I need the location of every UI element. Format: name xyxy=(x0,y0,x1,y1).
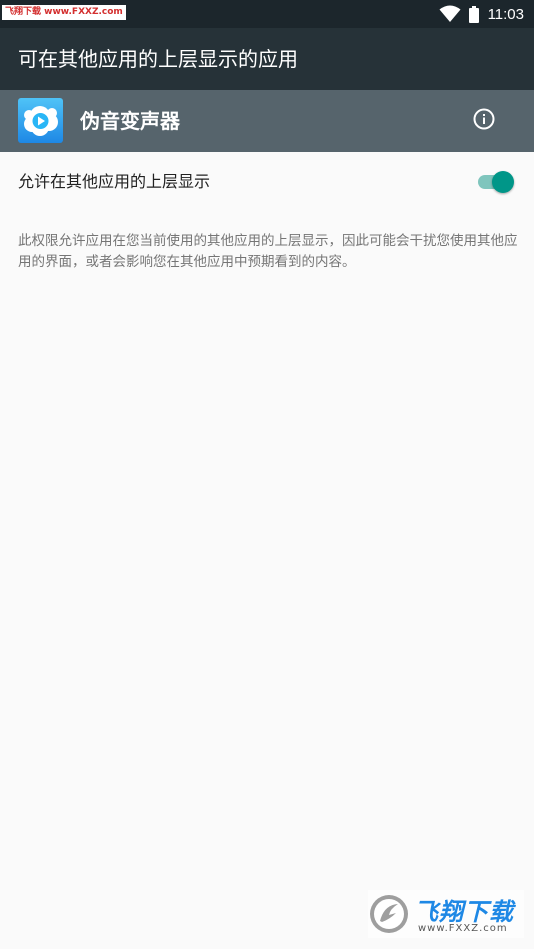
setting-label: 允许在其他应用的上层显示 xyxy=(18,172,211,191)
wifi-icon xyxy=(439,5,461,23)
toolbar: 可在其他应用的上层显示的应用 xyxy=(0,28,534,90)
app-name: 伪音变声器 xyxy=(80,109,180,133)
screen: 飞翔下载 www.FXXZ.com 11:03 可在其他应用的上层显示的应用 伪… xyxy=(0,0,534,949)
app-header: 伪音变声器 xyxy=(0,90,534,152)
page-title: 可在其他应用的上层显示的应用 xyxy=(18,47,298,71)
watermark-top: 飞翔下载 www.FXXZ.com xyxy=(2,5,126,20)
switch-thumb xyxy=(492,171,514,193)
watermark-bottom: 飞翔下载 www.FXXZ.com xyxy=(368,890,524,938)
status-icons: 11:03 xyxy=(439,0,524,28)
battery-icon xyxy=(468,5,479,23)
watermark-logo-icon xyxy=(368,893,410,935)
status-clock: 11:03 xyxy=(487,5,524,23)
app-cloud-play-icon xyxy=(18,98,63,143)
permission-description: 此权限允许应用在您当前使用的其他应用的上层显示，因此可能会干扰您使用其他应用的界… xyxy=(18,233,518,270)
overlay-permission-row[interactable]: 允许在其他应用的上层显示 xyxy=(0,152,534,212)
watermark-url: www.FXXZ.com xyxy=(418,923,508,934)
overlay-toggle-switch[interactable] xyxy=(474,171,514,193)
watermark-text: 飞翔下载 xyxy=(414,898,514,926)
info-icon xyxy=(472,107,496,135)
app-info-button[interactable] xyxy=(466,103,502,139)
status-bar: 飞翔下载 www.FXXZ.com 11:03 xyxy=(0,0,534,28)
